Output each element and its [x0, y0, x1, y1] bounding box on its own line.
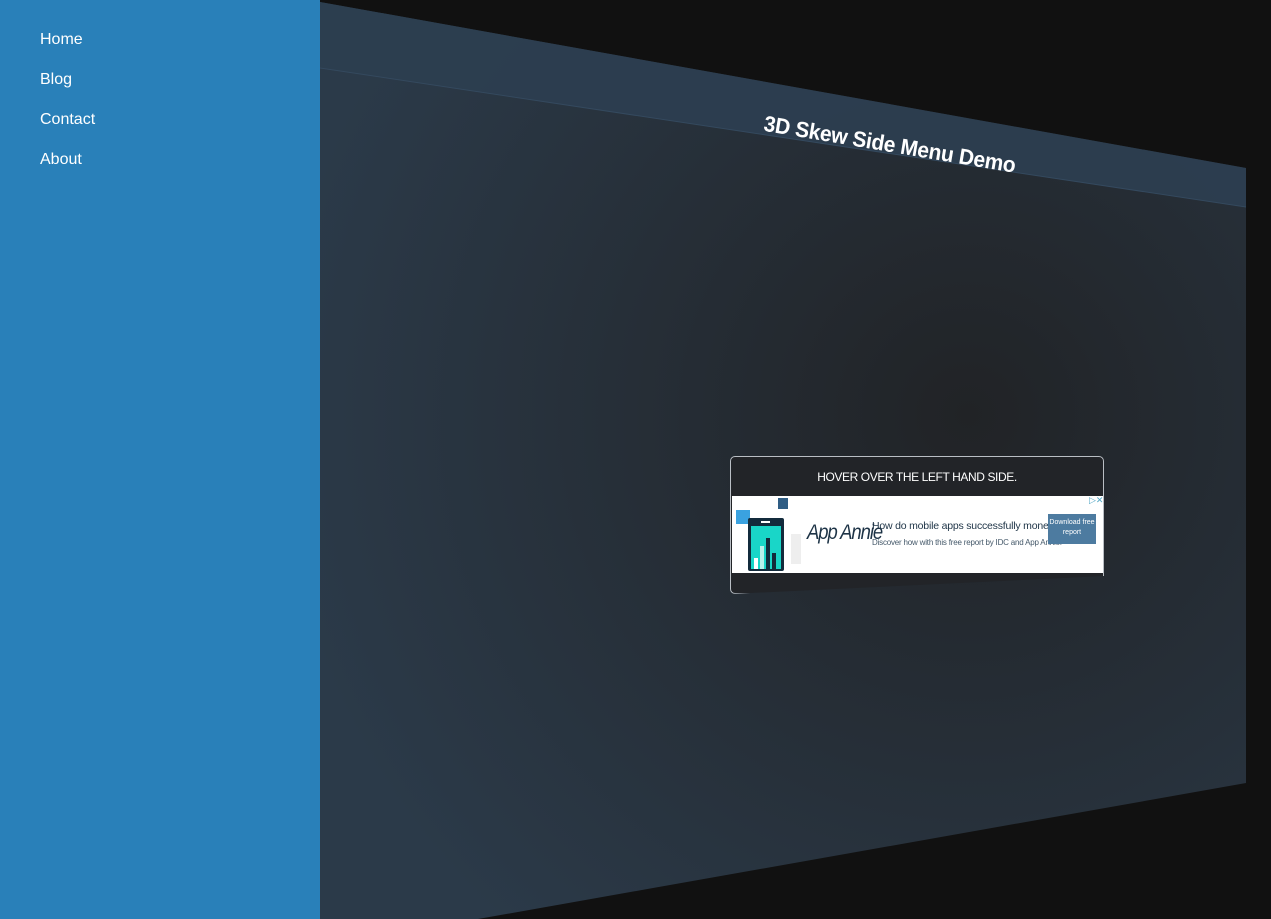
page: Home Blog Contact About 3D Skew Side Men…	[0, 0, 1271, 919]
side-menu: Home Blog Contact About	[0, 0, 320, 919]
menu-item-about[interactable]: About	[40, 151, 82, 169]
menu-item-contact[interactable]: Contact	[40, 111, 95, 129]
notice-box: HOVER OVER THE LEFT HAND SIDE. App Annie…	[730, 456, 1104, 594]
menu-link-blog[interactable]: Blog	[40, 71, 72, 88]
phone-chart-icon	[736, 498, 801, 571]
menu-link-home[interactable]: Home	[40, 31, 83, 48]
ad-brand-logo: App Annie	[807, 521, 883, 544]
ad-banner[interactable]: App Annie How do mobile apps successfull…	[732, 496, 1103, 573]
menu-link-contact[interactable]: Contact	[40, 111, 95, 128]
ad-headline: How do mobile apps successfully monetize…	[872, 520, 1070, 532]
ad-subtext: Discover how with this free report by ID…	[872, 538, 1062, 547]
menu-item-blog[interactable]: Blog	[40, 71, 72, 89]
download-report-button[interactable]: Download free report	[1048, 514, 1096, 544]
notice-text: HOVER OVER THE LEFT HAND SIDE.	[817, 470, 1017, 484]
menu-link-about[interactable]: About	[40, 151, 82, 168]
close-icon[interactable]: ▷✕	[1089, 496, 1103, 506]
menu-item-home[interactable]: Home	[40, 31, 83, 49]
